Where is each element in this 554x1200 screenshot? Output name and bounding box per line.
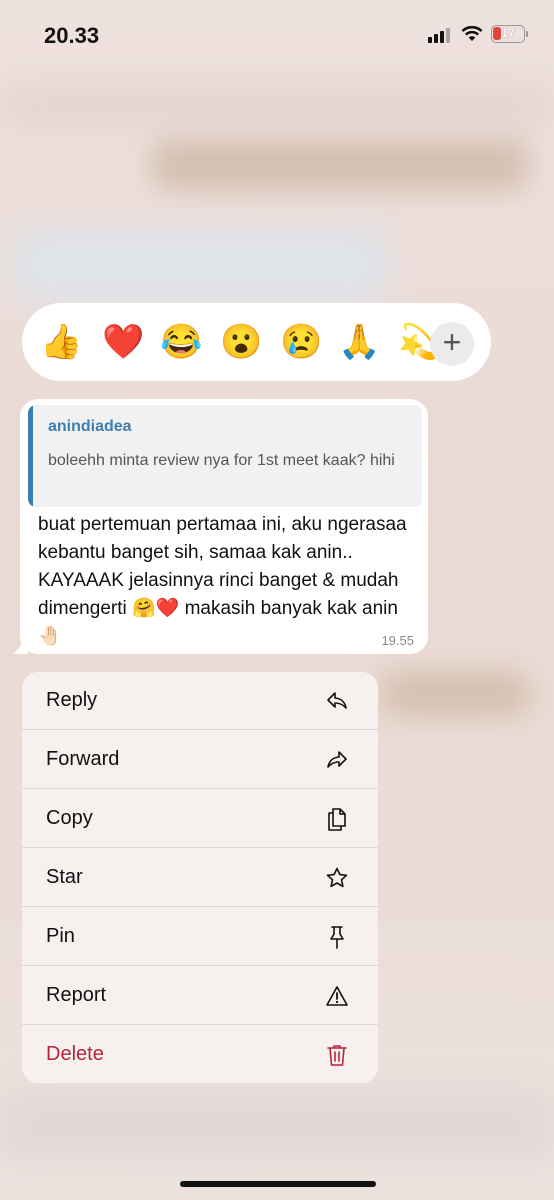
pin-icon	[330, 926, 344, 949]
status-time: 20.33	[44, 23, 100, 48]
reaction-surprised[interactable]: 😮	[220, 320, 262, 364]
menu-item-label: Reply	[46, 689, 98, 711]
reaction-bar: 👍 ❤️ 😂 😮 😢 🙏 💫 +	[22, 303, 491, 381]
reaction-pray[interactable]: 🙏	[338, 320, 380, 364]
reaction-sad[interactable]: 😢	[280, 320, 322, 364]
reply-icon	[327, 692, 347, 709]
menu-item-label: Pin	[46, 925, 75, 947]
more-reactions-button[interactable]: +	[430, 322, 474, 366]
reaction-heart[interactable]: ❤️	[102, 320, 144, 364]
quoted-message[interactable]: anindiadea boleehh minta review nya for …	[28, 405, 422, 507]
forward-icon	[327, 751, 347, 768]
message-text: buat pertemuan pertamaa ini, aku ngerasa…	[38, 514, 407, 647]
quoted-author: anindiadea	[48, 418, 132, 435]
quoted-text: boleehh minta review nya for 1st meet ka…	[48, 452, 395, 469]
menu-item-label: Copy	[46, 807, 93, 829]
trash-icon	[327, 1045, 347, 1066]
battery-icon: 17	[491, 25, 525, 43]
reaction-thumbs-up[interactable]: 👍	[40, 320, 82, 364]
menu-item-label: Delete	[46, 1043, 104, 1065]
context-menu: Reply Forward Copy Star Pin Report Delet…	[22, 672, 378, 1083]
menu-item-reply[interactable]: Reply	[22, 672, 378, 730]
star-icon	[326, 867, 348, 888]
copy-icon	[328, 808, 346, 831]
battery-level: 17	[501, 26, 515, 40]
quote-accent-bar	[28, 405, 33, 507]
message-timestamp: 19.55	[381, 633, 414, 648]
menu-item-star[interactable]: Star	[22, 849, 378, 907]
cellular-signal-icon	[428, 27, 450, 43]
menu-item-label: Forward	[46, 748, 120, 770]
menu-item-copy[interactable]: Copy	[22, 790, 378, 848]
menu-item-delete[interactable]: Delete	[22, 1026, 378, 1083]
menu-item-label: Report	[46, 984, 107, 1006]
menu-item-pin[interactable]: Pin	[22, 908, 378, 966]
menu-item-report[interactable]: Report	[22, 967, 378, 1025]
menu-item-forward[interactable]: Forward	[22, 731, 378, 789]
warning-icon	[326, 986, 348, 1006]
wifi-icon	[461, 25, 483, 41]
message-bubble[interactable]: anindiadea boleehh minta review nya for …	[20, 399, 428, 654]
status-bar: 20.33 17	[0, 0, 554, 70]
menu-item-label: Star	[46, 866, 83, 888]
reaction-laugh[interactable]: 😂	[160, 320, 202, 364]
home-indicator[interactable]	[180, 1181, 376, 1187]
